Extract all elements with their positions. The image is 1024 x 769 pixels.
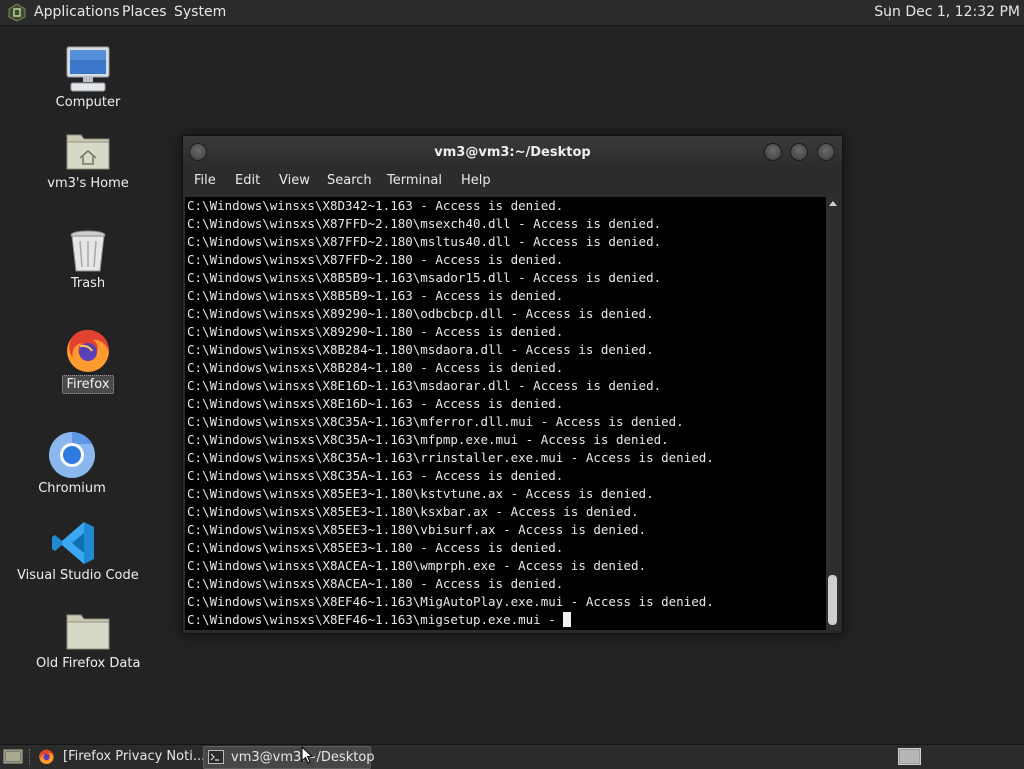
terminal-line: C:\Windows\winsxs\X8E16D~1.163 - Access …	[187, 396, 564, 411]
window-title: vm3@vm3:~/Desktop	[434, 145, 591, 160]
desktop-icon-label: Visual Studio Code	[17, 568, 139, 583]
bottom-panel: [Firefox Privacy Noti... vm3@vm3:~/Deskt…	[0, 744, 1024, 769]
terminal-line: C:\Windows\winsxs\X8EF46~1.163\MigAutoPl…	[187, 594, 714, 609]
terminal-line: C:\Windows\winsxs\X87FFD~2.180\msexch40.…	[187, 216, 662, 231]
terminal-window[interactable]: vm3@vm3:~/Desktop File Edit View Search …	[182, 135, 843, 634]
terminal-icon	[208, 750, 224, 768]
places-menu[interactable]: Places	[122, 4, 167, 20]
firefox-icon	[67, 330, 110, 372]
desktop-icon-label: Firefox	[62, 375, 114, 394]
maximize-button[interactable]	[790, 143, 808, 161]
terminal-line: C:\Windows\winsxs\X8C35A~1.163\mfpmp.exe…	[187, 432, 669, 447]
distro-logo-icon[interactable]	[7, 3, 27, 22]
terminal-line: C:\Windows\winsxs\X87FFD~2.180\msltus40.…	[187, 234, 662, 249]
terminal-line: C:\Windows\winsxs\X85EE3~1.180\ksxbar.ax…	[187, 504, 639, 519]
terminal-line: C:\Windows\winsxs\X8B5B9~1.163\msador15.…	[187, 270, 662, 285]
task-terminal[interactable]: vm3@vm3:~/Desktop	[203, 746, 375, 769]
desktop-icon-label: Computer	[55, 95, 121, 110]
terminal-output[interactable]: C:\Windows\winsxs\X8D342~1.163 - Access …	[185, 197, 826, 630]
terminal-line: C:\Windows\winsxs\X8B284~1.180\msdaora.d…	[187, 342, 654, 357]
menu-edit[interactable]: Edit	[235, 173, 260, 188]
terminal-line: C:\Windows\winsxs\X8ACEA~1.180 - Access …	[187, 576, 564, 591]
top-panel: Applications Places System Sun Dec 1, 12…	[0, 0, 1024, 26]
home-folder-icon	[66, 134, 110, 170]
desktop-icon-computer[interactable]: Computer	[43, 44, 133, 111]
scroll-up-arrow-icon[interactable]	[829, 201, 837, 206]
desktop-icon-label: vm3's Home	[47, 176, 129, 191]
terminal-line: C:\Windows\winsxs\X85EE3~1.180 - Access …	[187, 540, 564, 555]
computer-icon	[66, 46, 110, 92]
desktop-icon-vscode[interactable]: Visual Studio Code	[14, 519, 139, 584]
system-menu[interactable]: System	[174, 4, 226, 20]
menu-help[interactable]: Help	[461, 173, 491, 188]
terminal-line: C:\Windows\winsxs\X8C35A~1.163\rrinstall…	[187, 450, 714, 465]
terminal-line: C:\Windows\winsxs\X85EE3~1.180\vbisurf.a…	[187, 522, 647, 537]
vscode-icon	[52, 522, 94, 564]
trash-icon	[70, 230, 106, 272]
terminal-prompt-line: C:\Windows\winsxs\X8EF46~1.163\migsetup.…	[187, 611, 572, 629]
folder-icon	[66, 614, 110, 650]
close-button[interactable]	[817, 143, 835, 161]
clock[interactable]: Sun Dec 1, 12:32 PM	[874, 4, 1020, 20]
workspace-switcher[interactable]	[898, 748, 921, 769]
menu-search[interactable]: Search	[327, 173, 372, 188]
task-firefox-privacy[interactable]: [Firefox Privacy Noti...	[34, 746, 205, 769]
window-titlebar[interactable]: vm3@vm3:~/Desktop	[183, 136, 842, 168]
menu-terminal[interactable]: Terminal	[387, 173, 442, 188]
terminal-menubar: File Edit View Search Terminal Help	[183, 168, 842, 196]
text-cursor	[563, 612, 572, 627]
terminal-line: C:\Windows\winsxs\X85EE3~1.180\kstvtune.…	[187, 486, 654, 501]
terminal-line: C:\Windows\winsxs\X8ACEA~1.180\wmprph.ex…	[187, 558, 647, 573]
terminal-line: C:\Windows\winsxs\X8D342~1.163 - Access …	[187, 198, 564, 213]
menu-view[interactable]: View	[279, 173, 310, 188]
desktop-icon-old-firefox-data[interactable]: Old Firefox Data	[33, 607, 143, 672]
desktop-icon-label: Trash	[70, 276, 106, 291]
chromium-icon	[49, 432, 95, 478]
mouse-pointer-icon	[301, 745, 314, 768]
terminal-scrollbar[interactable]	[826, 197, 839, 630]
terminal-line: C:\Windows\winsxs\X8C35A~1.163 - Access …	[187, 468, 564, 483]
desktop-icon-trash[interactable]: Trash	[43, 227, 133, 292]
task-label: [Firefox Privacy Noti...	[63, 749, 206, 764]
menu-file[interactable]: File	[194, 173, 216, 188]
desktop-icon-chromium[interactable]: Chromium	[27, 430, 117, 497]
terminal-line: C:\Windows\winsxs\X8C35A~1.163\mferror.d…	[187, 414, 684, 429]
terminal-line: C:\Windows\winsxs\X87FFD~2.180 - Access …	[187, 252, 564, 267]
terminal-line: C:\Windows\winsxs\X89290~1.180\odbcbcp.d…	[187, 306, 654, 321]
minimize-button[interactable]	[764, 143, 782, 161]
terminal-line: C:\Windows\winsxs\X8B5B9~1.163 - Access …	[187, 288, 564, 303]
desktop-icon-label: Old Firefox Data	[36, 656, 141, 671]
terminal-line: C:\Windows\winsxs\X8B284~1.180 - Access …	[187, 360, 564, 375]
desktop-icon-label: Chromium	[38, 481, 106, 496]
terminal-current-line: C:\Windows\winsxs\X8EF46~1.163\migsetup.…	[187, 612, 564, 627]
applications-menu[interactable]: Applications	[34, 4, 120, 20]
terminal-line: C:\Windows\winsxs\X89290~1.180 - Access …	[187, 324, 564, 339]
scrollbar-thumb[interactable]	[828, 575, 837, 625]
terminal-line: C:\Windows\winsxs\X8E16D~1.163\msdaorar.…	[187, 378, 662, 393]
show-desktop-icon[interactable]	[3, 748, 23, 769]
firefox-icon	[38, 748, 55, 769]
desktop-icon-home[interactable]: vm3's Home	[43, 127, 133, 192]
taskbar-separator	[29, 749, 31, 765]
desktop-icon-firefox[interactable]: Firefox	[43, 325, 133, 394]
